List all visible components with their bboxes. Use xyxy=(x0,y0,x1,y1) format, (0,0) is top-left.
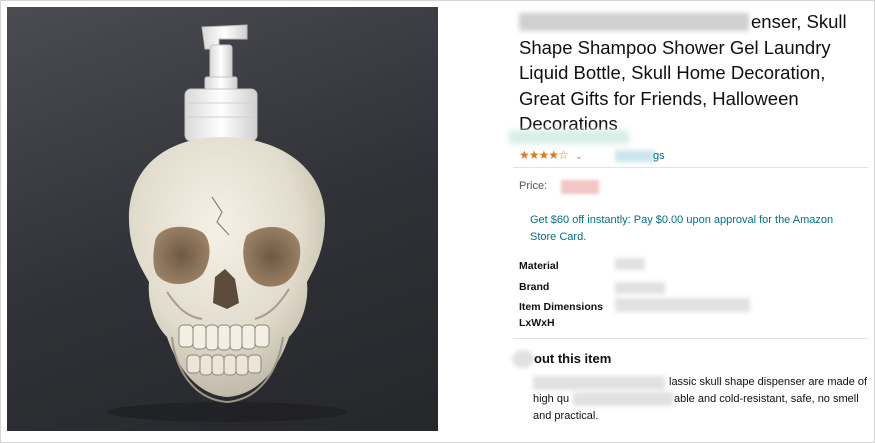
price-row: Price: xyxy=(519,180,599,194)
spec-label-material: Material xyxy=(519,260,559,272)
spec-label-lxwxh: LxWxH xyxy=(519,317,555,329)
about-line-2a: high qu xyxy=(533,393,570,405)
spec-label-brand: Brand xyxy=(519,281,550,293)
skull-soap-dispenser-image xyxy=(107,24,347,422)
divider xyxy=(513,167,868,168)
redacted-title-start xyxy=(519,13,749,31)
title-line-1: enser, Skull xyxy=(751,11,847,32)
redacted-material xyxy=(615,258,645,270)
chevron-down-icon[interactable]: ⌄ xyxy=(575,151,583,161)
spec-label-dimensions: Item Dimensions xyxy=(519,301,604,313)
about-line-2b: able and cold-resistant, safe, no smell xyxy=(674,393,859,405)
title-line-3: Liquid Bottle, Skull Home Decoration, xyxy=(519,62,826,83)
about-line-3: and practical. xyxy=(533,410,599,422)
redacted-bullet-mid xyxy=(573,392,673,406)
redacted-bullet-start xyxy=(533,376,665,390)
title-line-4: Great Gifts for Friends, Halloween xyxy=(519,87,799,109)
divider xyxy=(513,338,868,339)
ratings-link[interactable]: gs xyxy=(653,150,665,162)
title-line-2: Shape Shampoo Shower Gel Laundry xyxy=(519,36,831,58)
redacted-price xyxy=(561,180,599,194)
redacted-brand xyxy=(615,282,665,294)
redacted-dimensions xyxy=(615,298,750,312)
about-title: out this item xyxy=(534,351,612,366)
promo-line-1[interactable]: Get $60 off instantly: Pay $0.00 upon ap… xyxy=(530,212,860,229)
product-title: enser, Skull Shape Shampoo Shower Gel La… xyxy=(519,9,864,131)
product-image[interactable] xyxy=(7,7,438,431)
redacted-store-link xyxy=(509,130,629,144)
about-line-1: lassic skull shape dispenser are made of xyxy=(669,376,868,388)
star-rating-icon[interactable]: ★★★★☆ xyxy=(519,148,569,162)
promo-card-offer[interactable]: Get $60 off instantly: Pay $0.00 upon ap… xyxy=(530,212,860,246)
redacted-about xyxy=(512,350,534,368)
promo-line-2[interactable]: Store Card. xyxy=(530,229,860,246)
redacted-ratings xyxy=(615,150,655,162)
price-label: Price: xyxy=(519,180,548,192)
title-line-5: Decorations xyxy=(519,113,618,131)
rating-row[interactable]: ★★★★☆ ⌄ gs xyxy=(519,148,665,166)
